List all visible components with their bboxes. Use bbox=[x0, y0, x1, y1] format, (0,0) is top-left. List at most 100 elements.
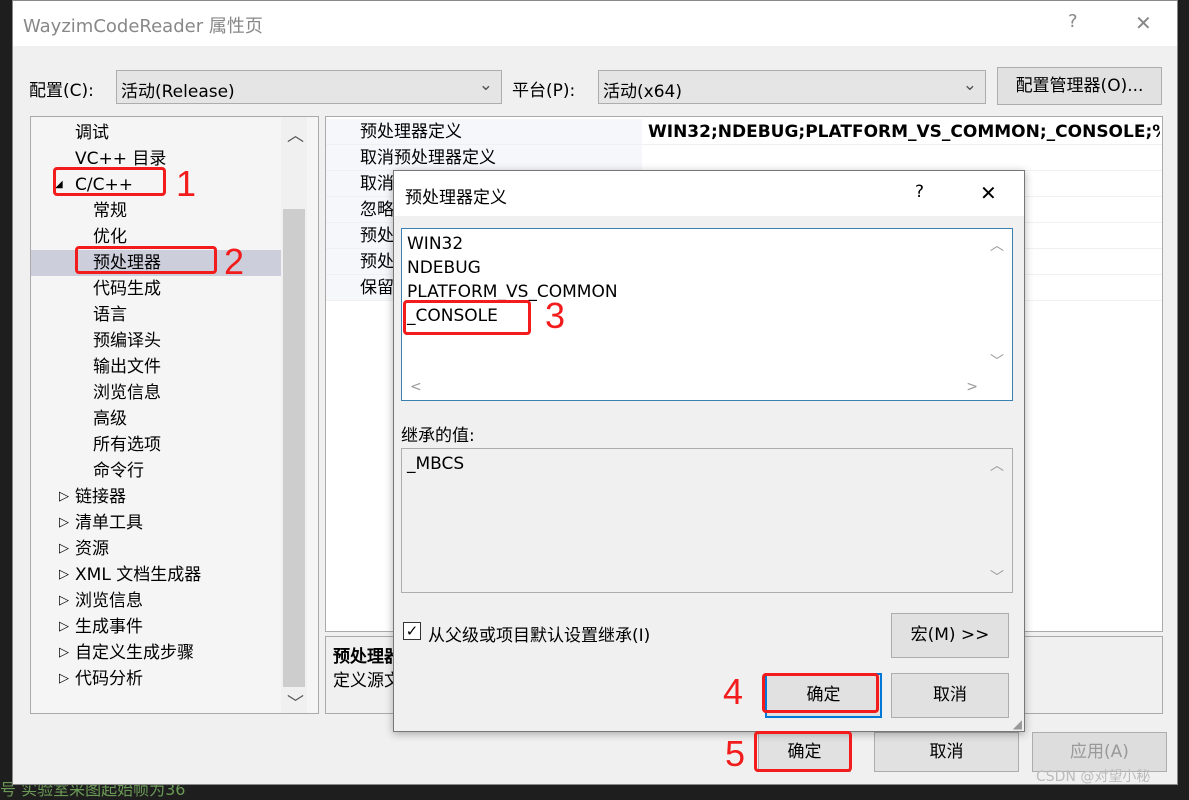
tree-item-label: 高级 bbox=[93, 409, 127, 429]
tree-item[interactable]: 预编译头 bbox=[31, 328, 281, 354]
tree-item[interactable]: 常规 bbox=[31, 198, 281, 224]
dialog-help-button[interactable]: ? bbox=[915, 182, 924, 202]
resize-grip-icon[interactable]: ◢ bbox=[1013, 717, 1022, 731]
annotation-number-5: 5 bbox=[725, 733, 746, 774]
tree-item-label: 预编译头 bbox=[93, 331, 161, 351]
config-manager-button[interactable]: 配置管理器(O)... bbox=[997, 67, 1162, 105]
tree-item[interactable]: 高级 bbox=[31, 406, 281, 432]
tree-item-label: 生成事件 bbox=[75, 617, 143, 637]
collapsed-icon[interactable]: ▷ bbox=[59, 484, 69, 510]
inherited-value: _MBCS bbox=[407, 454, 465, 474]
tree-item[interactable]: ▷ 资源 bbox=[31, 536, 281, 562]
property-name: 取消预处理器定义 bbox=[326, 145, 642, 170]
annotation-number-4: 4 bbox=[723, 671, 744, 712]
window-title: WayzimCodeReader 属性页 bbox=[23, 16, 263, 37]
macro-button[interactable]: 宏(M) >> bbox=[891, 613, 1009, 658]
dialog-close-icon[interactable]: ✕ bbox=[980, 181, 997, 205]
property-row[interactable]: 预处理器定义 WIN32;NDEBUG;PLATFORM_VS_COMMON;_C… bbox=[326, 119, 1162, 145]
inherited-label: 继承的值: bbox=[401, 426, 475, 446]
tree-item-label: 代码生成 bbox=[93, 279, 161, 299]
scroll-down-icon[interactable]: ﹀ bbox=[990, 567, 1004, 587]
tree-item-label: XML 文档生成器 bbox=[75, 565, 202, 585]
chevron-down-icon: ⌄ bbox=[478, 75, 493, 95]
scroll-down-icon[interactable]: ﹀ bbox=[287, 689, 304, 714]
tree-scrollbar[interactable]: ︿ ﹀ bbox=[281, 117, 307, 714]
dialog-title: 预处理器定义 bbox=[405, 188, 507, 208]
platform-select[interactable]: 活动(x64) ⌄ bbox=[598, 70, 986, 104]
tree-item[interactable]: ▷ 自定义生成步骤 bbox=[31, 640, 281, 666]
collapsed-icon[interactable]: ▷ bbox=[59, 562, 69, 588]
help-button[interactable]: ? bbox=[1068, 11, 1078, 32]
tree-item[interactable]: ▷ XML 文档生成器 bbox=[31, 562, 281, 588]
tree-item-label: 调试 bbox=[75, 123, 109, 143]
property-value: WIN32;NDEBUG;PLATFORM_VS_COMMON;_CONSOLE… bbox=[648, 122, 1160, 142]
definition-line: NDEBUG bbox=[407, 258, 481, 278]
platform-value: 活动(x64) bbox=[603, 82, 682, 102]
collapsed-icon[interactable]: ▷ bbox=[59, 536, 69, 562]
collapsed-icon[interactable]: ▷ bbox=[59, 510, 69, 536]
tree-item[interactable]: ▷ 浏览信息 bbox=[31, 588, 281, 614]
preprocessor-dialog: 预处理器定义 ? ✕ WIN32 NDEBUG PLATFORM_VS_COMMON… bbox=[393, 170, 1025, 732]
annotation-box-1 bbox=[53, 167, 166, 196]
definition-line: WIN32 bbox=[407, 234, 464, 254]
annotation-box-5 bbox=[754, 731, 852, 772]
tree-item[interactable]: ▷ 生成事件 bbox=[31, 614, 281, 640]
annotation-box-3 bbox=[403, 300, 531, 335]
platform-label: 平台(P): bbox=[512, 81, 576, 101]
config-select[interactable]: 活动(Release) ⌄ bbox=[116, 70, 502, 104]
tree-item-label: 清单工具 bbox=[75, 513, 143, 533]
collapsed-icon[interactable]: ▷ bbox=[59, 666, 69, 692]
cancel-button[interactable]: 取消 bbox=[874, 732, 1019, 772]
tree-item[interactable]: ▷ 清单工具 bbox=[31, 510, 281, 536]
tree-item-label: 常规 bbox=[93, 201, 127, 221]
tree-item-label: 浏览信息 bbox=[93, 383, 161, 403]
scroll-thumb[interactable] bbox=[283, 209, 305, 687]
scroll-right-icon[interactable]: > bbox=[966, 379, 978, 395]
tree-item-label: 链接器 bbox=[75, 487, 126, 507]
inherit-checkbox-label: 从父级或项目默认设置继承(I) bbox=[428, 626, 651, 646]
property-name: 预处理器定义 bbox=[326, 119, 642, 144]
tree-item-label: 输出文件 bbox=[93, 357, 161, 377]
dialog-title-bar: 预处理器定义 ? ✕ bbox=[394, 171, 1024, 216]
annotation-number-1: 1 bbox=[176, 163, 197, 204]
annotation-box-2 bbox=[75, 246, 217, 274]
config-value: 活动(Release) bbox=[121, 82, 235, 102]
tree-item[interactable]: ▷ 代码分析 bbox=[31, 666, 281, 692]
tree-item[interactable]: 命令行 bbox=[31, 458, 281, 484]
inherited-values: _MBCS ︿ ﹀ bbox=[401, 448, 1013, 593]
category-tree: 调试 VC++ 目录 ◢ C/C++ 常规 优化 预处理器 代码生成 语言 预编译头 输出文件 浏览信… bbox=[30, 116, 319, 714]
tree-item[interactable]: 语言 bbox=[31, 302, 281, 328]
scroll-up-icon[interactable]: ︿ bbox=[990, 235, 1004, 255]
config-label: 配置(C): bbox=[29, 81, 94, 101]
collapsed-icon[interactable]: ▷ bbox=[59, 640, 69, 666]
title-bar: WayzimCodeReader 属性页 ? ✕ bbox=[13, 1, 1177, 46]
scroll-up-icon[interactable]: ︿ bbox=[287, 121, 304, 146]
property-row[interactable]: 取消预处理器定义 bbox=[326, 145, 1162, 171]
tree-item[interactable]: ▷ 链接器 bbox=[31, 484, 281, 510]
annotation-number-2: 2 bbox=[224, 241, 245, 282]
collapsed-icon[interactable]: ▷ bbox=[59, 588, 69, 614]
inherit-checkbox[interactable]: ✓ bbox=[403, 622, 421, 640]
collapsed-icon[interactable]: ▷ bbox=[59, 614, 69, 640]
tree-item-label: 资源 bbox=[75, 539, 109, 559]
annotation-box-4 bbox=[762, 673, 879, 713]
tree-item-label: 命令行 bbox=[93, 461, 144, 481]
tree-item-label: 语言 bbox=[93, 305, 127, 325]
tree-item[interactable]: 所有选项 bbox=[31, 432, 281, 458]
tree-item-label: 所有选项 bbox=[93, 435, 161, 455]
close-icon[interactable]: ✕ bbox=[1135, 11, 1152, 35]
tree-item-label: 代码分析 bbox=[75, 669, 143, 689]
annotation-number-3: 3 bbox=[545, 295, 566, 336]
tree-item-label: 自定义生成步骤 bbox=[75, 643, 194, 663]
tree-item[interactable]: 调试 bbox=[31, 120, 281, 146]
tree-item[interactable]: 输出文件 bbox=[31, 354, 281, 380]
watermark: CSDN @对望小秘 bbox=[1036, 769, 1151, 785]
chevron-down-icon: ⌄ bbox=[962, 75, 977, 95]
tree-item[interactable]: 浏览信息 bbox=[31, 380, 281, 406]
scroll-up-icon[interactable]: ︿ bbox=[990, 455, 1004, 475]
scroll-down-icon[interactable]: ﹀ bbox=[990, 351, 1004, 371]
description-text: 定义源文 bbox=[333, 671, 401, 691]
tree-item-label: 浏览信息 bbox=[75, 591, 143, 611]
dialog-cancel-button[interactable]: 取消 bbox=[891, 673, 1009, 718]
scroll-left-icon[interactable]: < bbox=[410, 379, 422, 395]
